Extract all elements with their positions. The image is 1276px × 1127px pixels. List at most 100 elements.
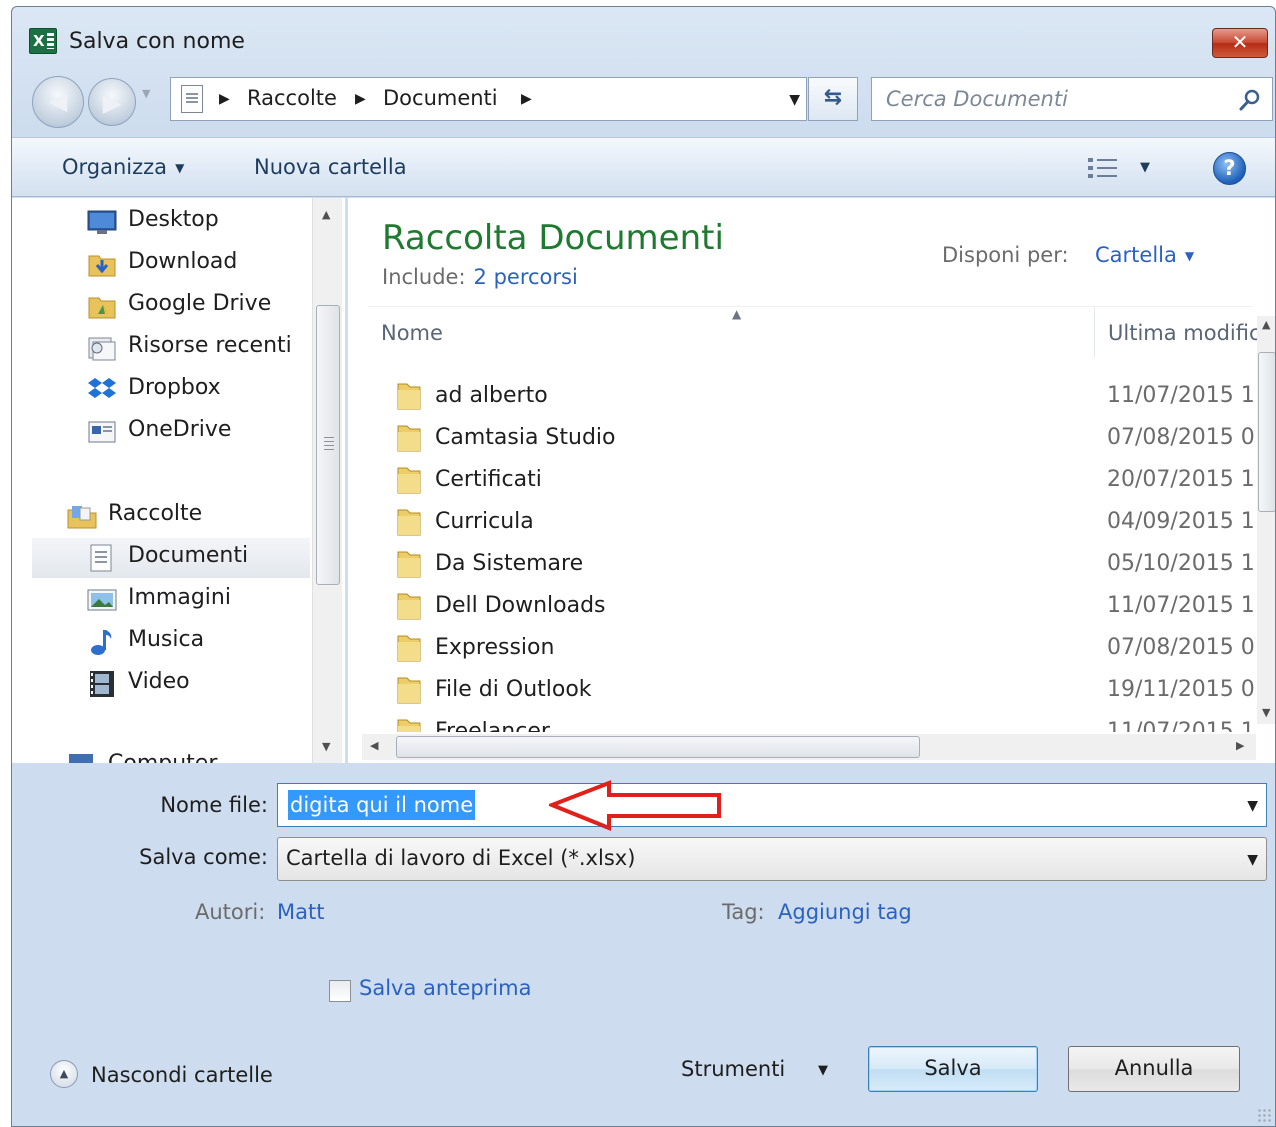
folder-icon (397, 677, 421, 704)
file-name: Certificati (435, 467, 542, 492)
file-date: 07/08/2015 01: (1107, 635, 1255, 660)
file-date: 19/11/2015 06: (1107, 677, 1255, 702)
filename-dropdown-icon[interactable]: ▼ (1247, 798, 1258, 814)
help-icon[interactable]: ? (1213, 152, 1246, 185)
sidebar-item-pictures[interactable]: Immagini (12, 580, 312, 620)
view-options-icon[interactable] (1087, 155, 1119, 181)
recent-pages-dropdown[interactable]: ▼ (142, 87, 150, 100)
navigation-scrollbar[interactable]: ▲ ▼ (312, 198, 342, 763)
file-list-horizontal-scrollbar[interactable]: ◀ ▶ (362, 734, 1256, 760)
file-date: 07/08/2015 00: (1107, 425, 1255, 450)
file-date: 20/07/2015 10: (1107, 467, 1255, 492)
file-name: File di Outlook (435, 677, 592, 702)
table-row[interactable]: Dell Downloads 11/07/2015 15: (368, 586, 1255, 628)
arrange-by-value: Cartella (1095, 243, 1177, 267)
back-button[interactable]: ◀ (32, 76, 84, 128)
column-divider[interactable] (1094, 307, 1095, 357)
file-name: Da Sistemare (435, 551, 584, 576)
navigation-pane: Desktop Download Google Drive Risorse re… (12, 198, 346, 763)
save-as-type-select[interactable]: Cartella di lavoro di Excel (*.xlsx) ▼ (277, 837, 1267, 881)
folder-icon (397, 467, 421, 494)
sidebar-item-google-drive[interactable]: Google Drive (12, 286, 312, 326)
window-title: Salva con nome (69, 29, 245, 54)
video-icon (90, 671, 114, 697)
hide-folders-button[interactable]: Nascondi cartelle (91, 1063, 273, 1087)
sidebar-item-label: Musica (128, 627, 205, 652)
scrollbar-thumb[interactable] (316, 305, 340, 585)
scroll-right-icon[interactable]: ▶ (1236, 739, 1244, 752)
column-header-name[interactable]: Nome (381, 321, 443, 345)
search-input[interactable] (886, 84, 1226, 114)
save-button[interactable]: Salva (868, 1046, 1038, 1092)
sidebar-item-recent-places[interactable]: Risorse recenti (12, 328, 312, 368)
sidebar-item-onedrive[interactable]: OneDrive (12, 412, 312, 452)
new-folder-button[interactable]: Nuova cartella (254, 155, 407, 179)
column-header-date[interactable]: Ultima modifica (1108, 321, 1258, 345)
sidebar-item-video[interactable]: Video (12, 664, 312, 704)
authors-field[interactable]: Matt (277, 900, 324, 924)
refresh-button[interactable]: ⇆ (808, 77, 858, 121)
breadcrumb-chevron-icon[interactable]: ▶ (355, 91, 366, 107)
sidebar-item-dropbox[interactable]: Dropbox (12, 370, 312, 410)
file-list-pane: Raccolta Documenti Include: 2 percorsi Di… (348, 198, 1275, 763)
search-box[interactable] (871, 77, 1273, 121)
file-name: Freelancer (435, 719, 550, 732)
breadcrumb-documenti[interactable]: Documenti (383, 86, 498, 110)
sidebar-item-desktop[interactable]: Desktop (12, 202, 312, 242)
tag-field[interactable]: Aggiungi tag (778, 900, 912, 924)
close-button[interactable]: ✕ (1212, 28, 1268, 58)
sidebar-item-documents[interactable]: Documenti (32, 538, 310, 578)
breadcrumb-chevron-icon[interactable]: ▶ (219, 91, 230, 107)
table-row[interactable]: Da Sistemare 05/10/2015 11: (368, 544, 1255, 586)
include-locations-link[interactable]: 2 percorsi (474, 265, 578, 289)
scrollbar-thumb[interactable] (396, 736, 920, 758)
file-date: 05/10/2015 11: (1107, 551, 1255, 576)
search-icon[interactable] (1238, 88, 1262, 112)
tools-menu[interactable]: Strumenti (681, 1057, 785, 1081)
filename-field[interactable]: digita qui il nome ▼ (277, 783, 1267, 827)
view-dropdown-icon[interactable]: ▼ (1140, 160, 1150, 175)
breadcrumb-raccolte[interactable]: Raccolte (247, 86, 337, 110)
scroll-up-icon[interactable]: ▲ (1262, 318, 1270, 331)
sort-ascending-icon: ▲ (732, 307, 742, 321)
save-preview-label[interactable]: Salva anteprima (359, 976, 531, 1000)
column-header-row: Nome ▲ Ultima modifica (368, 306, 1258, 357)
scroll-left-icon[interactable]: ◀ (370, 739, 378, 752)
address-history-dropdown[interactable]: ▼ (789, 92, 800, 108)
download-folder-icon (88, 255, 116, 277)
hide-folders-icon[interactable]: ▲ (50, 1060, 78, 1088)
scroll-down-icon[interactable]: ▼ (1262, 706, 1270, 719)
organize-menu[interactable]: Organizza ▼ (62, 155, 184, 179)
scrollbar-thumb[interactable] (1258, 352, 1275, 512)
file-list-vertical-scrollbar[interactable]: ▲ ▼ (1257, 316, 1275, 724)
table-row[interactable]: Camtasia Studio 07/08/2015 00: (368, 418, 1255, 460)
breadcrumb-chevron-icon[interactable]: ▶ (521, 91, 532, 107)
sidebar-item-label: Computer (108, 751, 217, 763)
table-row[interactable]: File di Outlook 19/11/2015 06: (368, 670, 1255, 712)
file-name: Camtasia Studio (435, 425, 616, 450)
cancel-button[interactable]: Annulla (1068, 1046, 1240, 1092)
resize-grip-icon[interactable] (1257, 1108, 1271, 1122)
sidebar-item-computer[interactable]: Computer (12, 746, 312, 763)
table-row[interactable]: Freelancer 11/07/2015 10: (368, 712, 1253, 732)
table-row[interactable]: Curricula 04/09/2015 11: (368, 502, 1255, 544)
sidebar-item-libraries[interactable]: Raccolte (12, 496, 312, 536)
computer-icon (69, 754, 93, 763)
scroll-up-icon[interactable]: ▲ (322, 208, 330, 221)
address-bar[interactable]: ▶ Raccolte ▶ Documenti ▶ ▼ (170, 77, 807, 121)
sidebar-item-music[interactable]: Musica (12, 622, 312, 662)
save-preview-checkbox[interactable] (329, 980, 351, 1002)
back-arrow-icon: ◀ (48, 87, 68, 115)
folder-icon (397, 593, 421, 620)
sidebar-item-download[interactable]: Download (12, 244, 312, 284)
table-row[interactable]: Expression 07/08/2015 01: (368, 628, 1255, 670)
documents-icon (90, 544, 112, 572)
table-row[interactable]: ad alberto 11/07/2015 10: (368, 376, 1255, 418)
table-row[interactable]: Certificati 20/07/2015 10: (368, 460, 1255, 502)
forward-button[interactable]: ▶ (88, 78, 136, 126)
filename-input[interactable]: digita qui il nome (288, 790, 476, 820)
scroll-down-icon[interactable]: ▼ (322, 740, 330, 753)
chevron-down-icon: ▼ (1247, 852, 1258, 868)
arrange-by-dropdown[interactable]: Cartella ▼ (1095, 243, 1194, 267)
chevron-down-icon[interactable]: ▼ (818, 1063, 828, 1078)
